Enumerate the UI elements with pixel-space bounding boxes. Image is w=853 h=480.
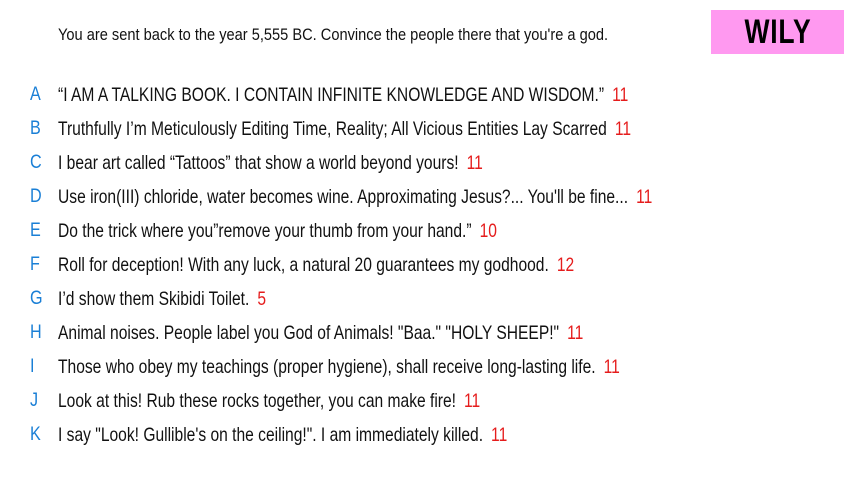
answer-letter: E (30, 220, 41, 241)
answer-letter: G (30, 288, 43, 309)
answer-row-i: I Those who obey my teachings (proper hy… (0, 350, 853, 384)
answer-score: 11 (614, 117, 632, 140)
answer-text: I bear art called “Tattoos” that show a … (58, 151, 459, 174)
answer-score: 11 (603, 355, 620, 378)
answer-letter: B (30, 118, 41, 139)
answer-letter: C (30, 152, 42, 173)
answer-score: 12 (556, 253, 575, 276)
answer-score: 11 (491, 423, 508, 446)
answer-row-c: C I bear art called “Tattoos” that show … (0, 146, 853, 180)
answer-row-e: E Do the trick where you”remove your thu… (0, 214, 853, 248)
answer-row-g: G I’d show them Skibidi Toilet. 5 (0, 282, 853, 316)
prompt-text: You are sent back to the year 5,555 BC. … (58, 25, 609, 44)
answer-row-h: H Animal noises. People label you God of… (0, 316, 853, 350)
answer-score: 11 (466, 151, 483, 174)
answer-letter: F (30, 254, 40, 275)
answer-text: Roll for deception! With any luck, a nat… (58, 253, 549, 276)
answer-text: “I AM A TALKING BOOK. I CONTAIN INFINITE… (58, 83, 605, 106)
answer-text: I’d show them Skibidi Toilet. (58, 287, 250, 310)
answer-row-b: B Truthfully I’m Meticulously Editing Ti… (0, 112, 853, 146)
answer-row-f: F Roll for deception! With any luck, a n… (0, 248, 853, 282)
answer-score: 5 (257, 287, 267, 310)
category-badge-label: WILY (744, 12, 811, 51)
answer-letter: H (30, 322, 42, 343)
answer-text: Animal noises. People label you God of A… (58, 321, 560, 344)
answer-text: I say "Look! Gullible's on the ceiling!"… (58, 423, 484, 446)
answer-row-k: K I say "Look! Gullible's on the ceiling… (0, 418, 853, 452)
answer-score: 11 (567, 321, 584, 344)
answer-letter: J (30, 390, 39, 411)
answer-score: 11 (636, 185, 653, 208)
answer-list: A “I AM A TALKING BOOK. I CONTAIN INFINI… (0, 78, 853, 452)
answer-score: 11 (612, 83, 629, 106)
answer-score: 11 (464, 389, 481, 412)
answer-row-a: A “I AM A TALKING BOOK. I CONTAIN INFINI… (0, 78, 853, 112)
answer-text: Those who obey my teachings (proper hygi… (58, 355, 596, 378)
answer-letter: A (30, 84, 41, 105)
answer-text: Do the trick where you”remove your thumb… (58, 219, 472, 242)
answer-letter: D (30, 186, 42, 207)
category-badge: WILY (711, 10, 844, 54)
answer-score: 10 (479, 219, 497, 242)
answer-text: Look at this! Rub these rocks together, … (58, 389, 457, 412)
answer-text: Truthfully I’m Meticulously Editing Time… (58, 117, 607, 140)
answer-row-d: D Use iron(III) chloride, water becomes … (0, 180, 853, 214)
answer-text: Use iron(III) chloride, water becomes wi… (58, 185, 629, 208)
answer-letter: I (30, 356, 35, 377)
answer-row-j: J Look at this! Rub these rocks together… (0, 384, 853, 418)
answer-letter: K (30, 424, 41, 445)
